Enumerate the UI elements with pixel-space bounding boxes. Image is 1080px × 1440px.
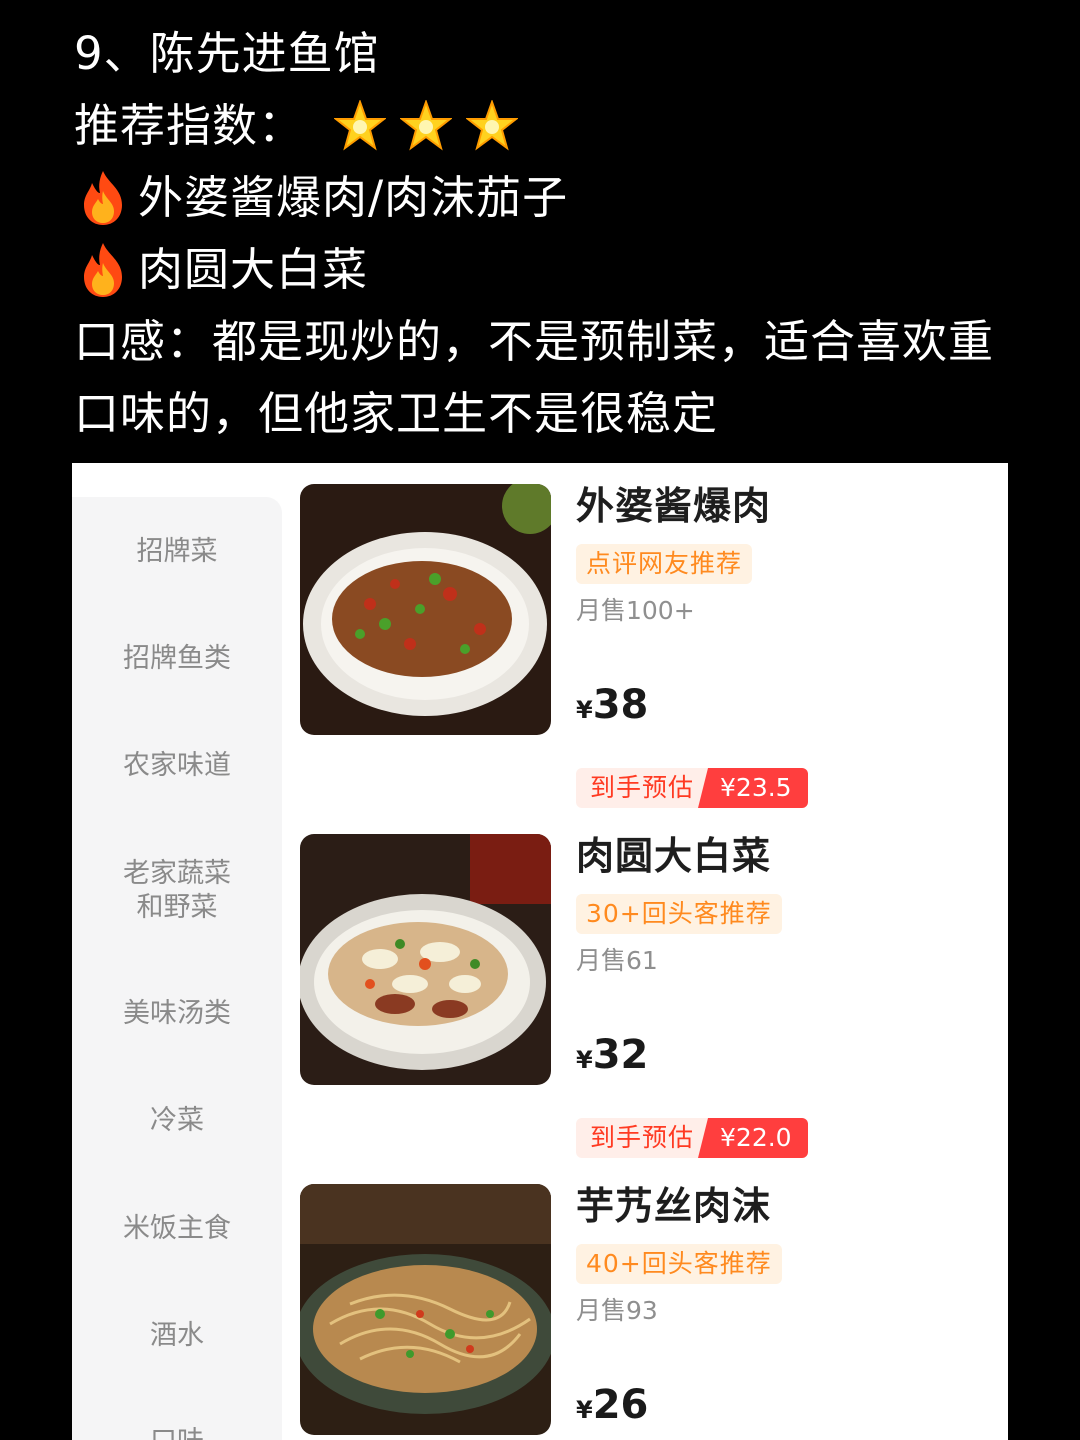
category-item[interactable]: 酒水 (72, 1319, 282, 1353)
rating-row: 推荐指数： (74, 90, 1034, 162)
estimate-value: ¥22.0 (698, 1118, 808, 1158)
menu-panel: 招牌菜 招牌鱼类 农家味道 老家蔬菜 和野菜 美味汤类 冷菜 米饭主食 酒水 口… (72, 463, 1008, 1440)
dish-line-2-text: 肉圆大白菜 (138, 243, 369, 296)
currency-symbol: ¥ (576, 696, 593, 724)
menu-item[interactable]: 肉圆大白菜 30+回头客推荐 月售61 ¥32 到手预估 ¥22.0 (300, 834, 1000, 1158)
recommend-tag: 点评网友推荐 (576, 544, 753, 584)
dish-line-2: 肉圆大白菜 (74, 234, 1034, 306)
price-value: 38 (592, 682, 649, 728)
rating-label: 推荐指数： (74, 99, 305, 152)
dish-name: 肉圆大白菜 (576, 834, 772, 878)
cabbage-meatball-dish-icon (300, 834, 551, 1085)
recommend-tag: 30+回头客推荐 (576, 894, 782, 934)
dish-info: 肉圆大白菜 30+回头客推荐 月售61 ¥32 到手预估 ¥22.0 (576, 834, 996, 1158)
price: ¥38 (576, 682, 648, 728)
menu-item[interactable]: 芋艿丝肉沫 40+回头客推荐 月售93 ¥26 (300, 1184, 1000, 1440)
dish-line-1: 外婆酱爆肉/肉沫茄子 (74, 162, 1034, 234)
category-item[interactable]: 冷菜 (72, 1104, 282, 1138)
category-sidebar: 招牌菜 招牌鱼类 农家味道 老家蔬菜 和野菜 美味汤类 冷菜 米饭主食 酒水 口… (72, 497, 282, 1440)
category-item[interactable]: 老家蔬菜 和野菜 (72, 857, 282, 925)
rating-stars (334, 100, 519, 152)
dish-name: 外婆酱爆肉 (576, 484, 772, 528)
shredded-noodle-dish-icon (300, 1184, 551, 1435)
estimate-value: ¥23.5 (698, 768, 808, 808)
review-line-1: 口感：都是现炒的，不是预制菜，适合喜欢重 (74, 315, 995, 368)
menu-item[interactable]: 外婆酱爆肉 点评网友推荐 月售100+ ¥38 到手预估 ¥23.5 (300, 484, 1000, 808)
category-item[interactable]: 招牌鱼类 (72, 642, 282, 676)
price-value: 32 (592, 1032, 649, 1078)
star-icon (334, 100, 387, 151)
monthly-sales: 月售100+ (576, 596, 695, 625)
post-header: 9、陈先进鱼馆 推荐指数： 外婆酱爆肉/肉沫茄子 肉圆大白菜 口感：都是现炒的，… (74, 18, 1034, 450)
monthly-sales: 月售93 (576, 1296, 658, 1325)
fire-icon (84, 243, 122, 297)
estimate-label: 到手预估 (576, 1118, 709, 1158)
monthly-sales: 月售61 (576, 946, 658, 975)
recommend-tag: 40+回头客推荐 (576, 1244, 782, 1284)
currency-symbol: ¥ (576, 1046, 593, 1074)
currency-symbol: ¥ (576, 1396, 593, 1424)
category-item[interactable]: 招牌菜 (72, 535, 282, 569)
estimate-badge: 到手预估 ¥23.5 (576, 768, 808, 808)
star-icon (466, 100, 519, 151)
category-item[interactable]: 米饭主食 (72, 1212, 282, 1246)
estimate-badge: 到手预估 ¥22.0 (576, 1118, 808, 1158)
dish-image[interactable] (300, 1184, 551, 1435)
price: ¥26 (576, 1382, 648, 1428)
category-item[interactable]: 美味汤类 (72, 997, 282, 1031)
category-item[interactable]: 口味 (72, 1425, 282, 1440)
price: ¥32 (576, 1032, 648, 1078)
dish-image[interactable] (300, 484, 551, 735)
dish-info: 芋艿丝肉沫 40+回头客推荐 月售93 ¥26 (576, 1184, 996, 1428)
dish-line-1-text: 外婆酱爆肉/肉沫茄子 (138, 171, 569, 224)
dish-name: 芋艿丝肉沫 (576, 1184, 772, 1228)
review-line-2: 口味的，但他家卫生不是很稳定 (74, 387, 719, 440)
estimate-label: 到手预估 (576, 768, 709, 808)
star-icon (400, 100, 453, 151)
price-value: 26 (592, 1382, 649, 1428)
stir-fried-pork-dish-icon (300, 484, 551, 735)
dish-info: 外婆酱爆肉 点评网友推荐 月售100+ ¥38 到手预估 ¥23.5 (576, 484, 996, 808)
post-title: 9、陈先进鱼馆 (74, 27, 380, 80)
category-item[interactable]: 农家味道 (72, 749, 282, 783)
fire-icon (84, 171, 122, 225)
dish-image[interactable] (300, 834, 551, 1085)
